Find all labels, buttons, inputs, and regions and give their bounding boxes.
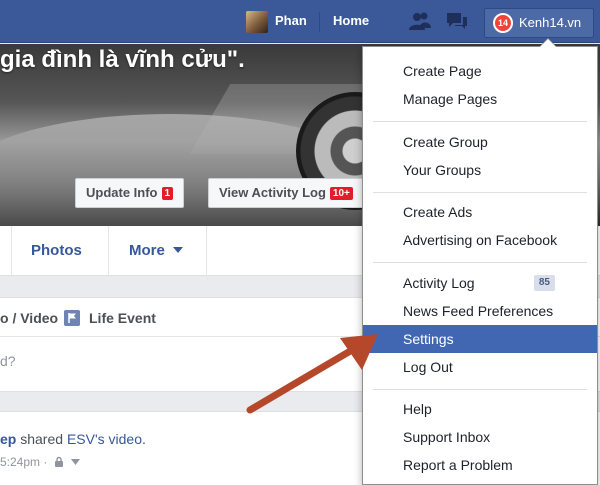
composer-photo-video[interactable]: o / Video [0,310,58,326]
menu-item-help[interactable]: Help [363,395,597,423]
chevron-down-icon[interactable] [71,459,81,465]
menu-item-news-feed-preferences[interactable]: News Feed Preferences [363,297,597,325]
flag-icon [64,310,80,326]
menu-divider [373,192,587,193]
menu-divider [373,389,587,390]
menu-item-create-group[interactable]: Create Group [363,128,597,156]
menu-divider [373,121,587,122]
menu-item-report-problem[interactable]: Report a Problem [363,451,597,479]
top-navigation-bar: Phan Home 14 Kenh14.vn [0,0,600,43]
chevron-down-icon [173,247,184,253]
cover-quote-text: gia đình là vĩnh cửu". [0,46,245,73]
composer-input[interactable]: d? [0,353,16,369]
menu-item-log-out[interactable]: Log Out [363,353,597,381]
menu-item-create-ads[interactable]: Create Ads [363,198,597,226]
post-author-link[interactable]: ep [0,431,16,447]
post-timestamp[interactable]: 5:24pm · [0,455,47,469]
menu-item-support-inbox[interactable]: Support Inbox [363,423,597,451]
update-info-badge: 1 [161,187,174,200]
post-header: ep shared ESV's video. [0,431,146,447]
shared-video-link[interactable]: ESV's video [67,431,142,447]
view-activity-log-button[interactable]: View Activity Log 10+ [208,178,378,208]
activity-log-count-badge: 85 [533,275,555,291]
account-name: Kenh14.vn [519,15,582,30]
profile-avatar[interactable] [246,11,268,33]
menu-item-create-page[interactable]: Create Page [363,57,597,85]
account-dropdown-menu: Create Page Manage Pages Create Group Yo… [362,38,598,485]
tab-more[interactable]: More [129,242,184,259]
update-info-button[interactable]: Update Info 1 [75,178,185,208]
nav-divider [319,12,320,32]
annotation-arrow-icon [246,334,378,414]
menu-item-activity-log[interactable]: Activity Log 85 [363,269,597,297]
activity-log-badge: 10+ [329,187,353,200]
composer-life-event[interactable]: Life Event [89,310,156,326]
tab-photos[interactable]: Photos [31,242,82,259]
menu-item-settings[interactable]: Settings [363,325,597,353]
menu-item-your-groups[interactable]: Your Groups [363,156,597,184]
lock-icon[interactable] [54,456,64,467]
account-switcher-button[interactable]: 14 Kenh14.vn [484,8,594,38]
post-meta: 5:24pm · [0,455,81,469]
home-link[interactable]: Home [333,13,369,28]
friends-icon[interactable] [408,11,432,31]
menu-item-manage-pages[interactable]: Manage Pages [363,85,597,113]
kenh14-logo: 14 [493,13,513,33]
menu-divider [373,262,587,263]
menu-item-advertising[interactable]: Advertising on Facebook [363,226,597,254]
profile-link[interactable]: Phan [275,13,307,28]
messages-icon[interactable] [445,11,469,31]
